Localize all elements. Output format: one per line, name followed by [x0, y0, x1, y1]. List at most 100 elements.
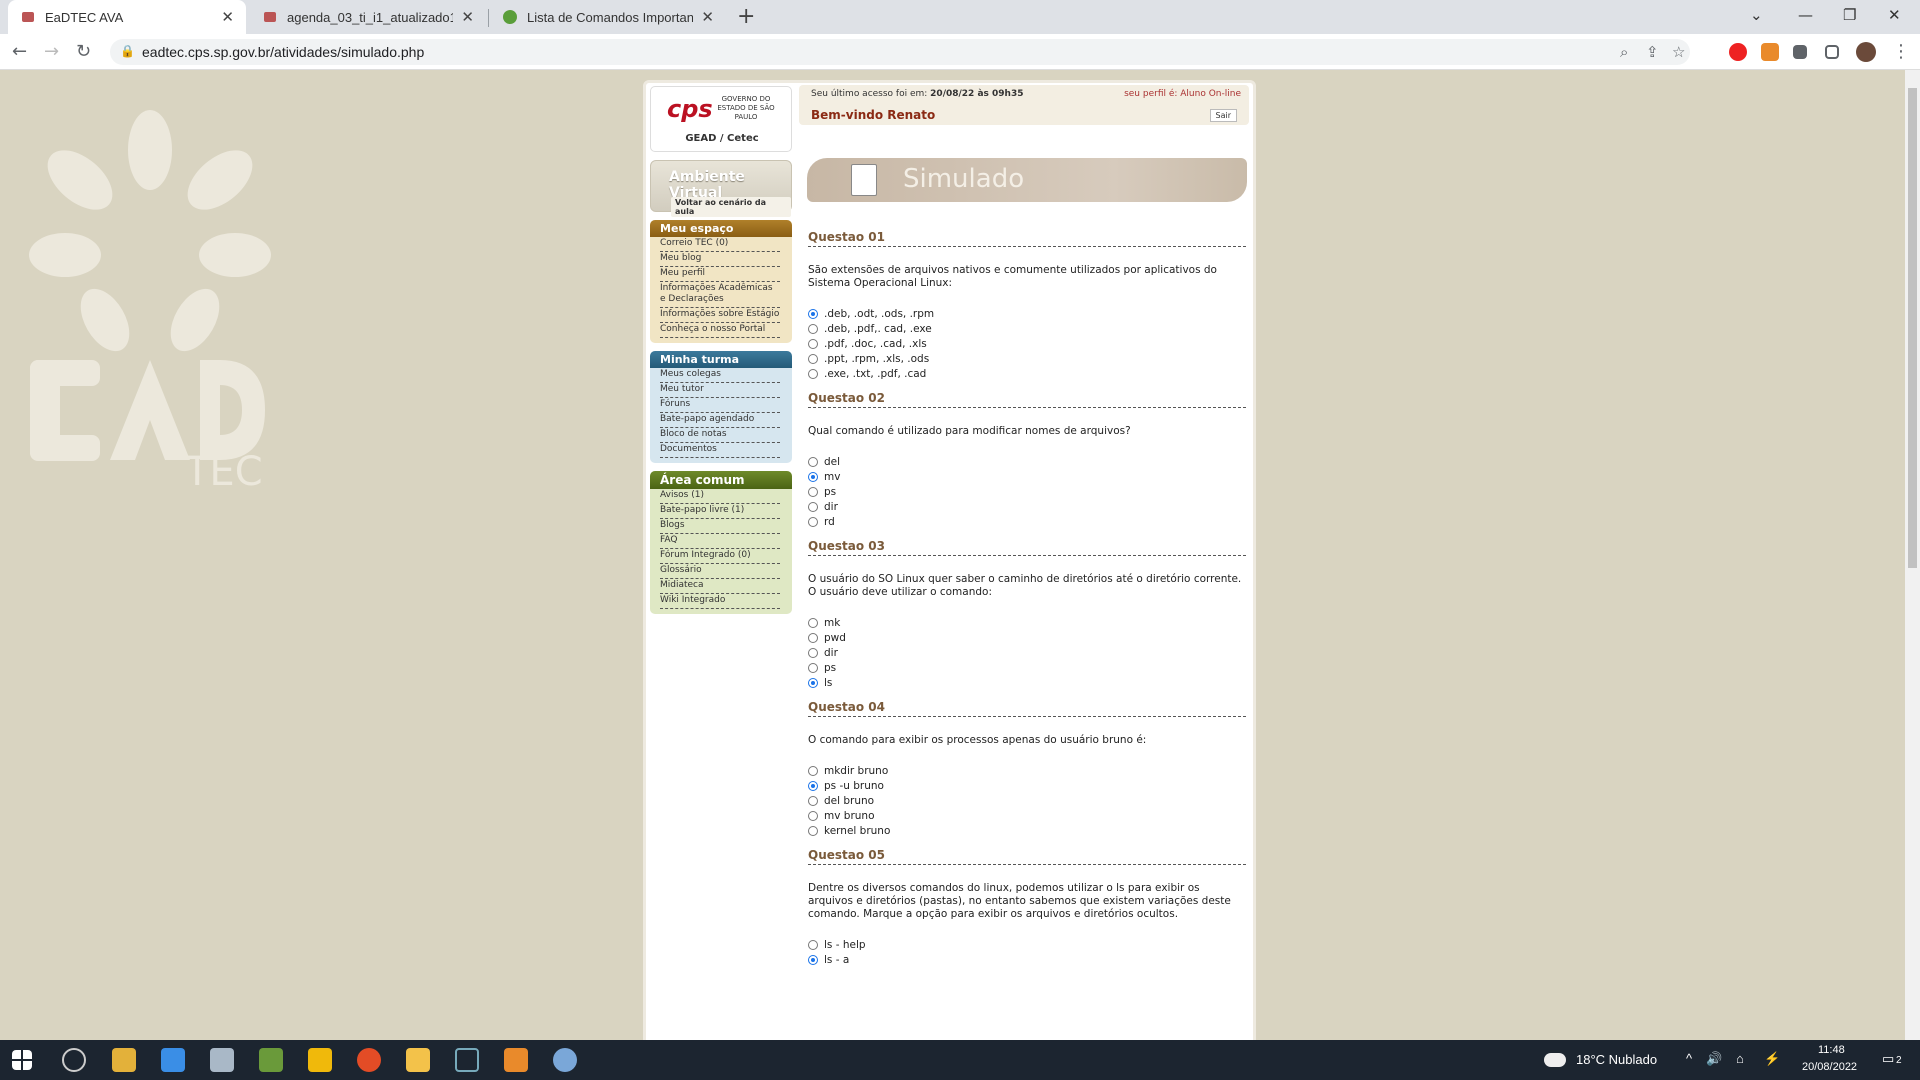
menu-item[interactable]: Glossário	[660, 564, 780, 579]
answer-option[interactable]: ls - help	[808, 937, 1246, 952]
reload-icon[interactable]: ↻	[76, 41, 91, 62]
radio-button[interactable]	[808, 780, 818, 791]
clock-time[interactable]: 11:48	[1818, 1044, 1845, 1056]
answer-option[interactable]: rd	[808, 514, 1246, 529]
binance-icon[interactable]	[308, 1048, 332, 1072]
menu-icon[interactable]: ⋮	[1892, 41, 1910, 62]
answer-option[interactable]: dir	[808, 645, 1246, 660]
app-icon[interactable]	[455, 1048, 479, 1072]
radio-button[interactable]	[808, 647, 818, 658]
radio-button[interactable]	[808, 516, 818, 527]
answer-option[interactable]: del	[808, 454, 1246, 469]
radio-button[interactable]	[808, 368, 818, 379]
app-icon[interactable]	[553, 1048, 577, 1072]
app-icon[interactable]	[259, 1048, 283, 1072]
menu-item[interactable]: Documentos	[660, 443, 780, 458]
answer-option[interactable]: mv bruno	[808, 808, 1246, 823]
opera-icon[interactable]	[1729, 43, 1747, 61]
answer-option[interactable]: .deb, .pdf,. cad, .exe	[808, 321, 1246, 336]
menu-item[interactable]: Meu perfil	[660, 267, 780, 282]
answer-option[interactable]: .deb, .odt, .ods, .rpm	[808, 306, 1246, 321]
answer-option[interactable]: ps	[808, 484, 1246, 499]
menu-item[interactable]: Correio TEC (0)	[660, 237, 780, 252]
radio-button[interactable]	[808, 632, 818, 643]
app-icon[interactable]	[161, 1048, 185, 1072]
flash-icon[interactable]: ⚡	[1764, 1051, 1780, 1067]
network-icon[interactable]: ⌂	[1736, 1051, 1744, 1066]
close-tab-icon[interactable]: ✕	[461, 8, 474, 26]
radio-button[interactable]	[808, 662, 818, 673]
radio-button[interactable]	[808, 486, 818, 497]
menu-item[interactable]: Meu tutor	[660, 383, 780, 398]
tab-comandos[interactable]: Lista de Comandos Importantes ✕	[490, 0, 726, 34]
forward-icon[interactable]: →	[44, 41, 59, 62]
menu-item[interactable]: Bloco de notas	[660, 428, 780, 443]
avatar[interactable]	[1856, 42, 1876, 62]
answer-option[interactable]: ls - a	[808, 952, 1246, 967]
file-explorer-icon[interactable]	[406, 1048, 430, 1072]
menu-item[interactable]: Fórum Integrado (0)	[660, 549, 780, 564]
menu-item[interactable]: Informações sobre Estágio	[660, 308, 780, 323]
chrome-icon[interactable]	[357, 1048, 381, 1072]
back-to-class-button[interactable]: Voltar ao cenário da aula	[671, 197, 791, 217]
answer-option[interactable]: mk	[808, 615, 1246, 630]
menu-item[interactable]: FAQ	[660, 534, 780, 549]
menu-item[interactable]: Informações Acadêmicas e Declarações	[660, 282, 780, 308]
tab-search-icon[interactable]: ⌄	[1750, 6, 1763, 24]
answer-option[interactable]: ps	[808, 660, 1246, 675]
new-tab-icon[interactable]: +	[737, 4, 755, 29]
radio-button[interactable]	[808, 810, 818, 821]
answer-option[interactable]: ls	[808, 675, 1246, 690]
menu-item[interactable]: Fóruns	[660, 398, 780, 413]
restore-icon[interactable]: ❐	[1843, 6, 1856, 24]
logout-button[interactable]: Sair	[1209, 109, 1237, 122]
radio-button[interactable]	[808, 456, 818, 467]
radio-button[interactable]	[808, 338, 818, 349]
menu-item[interactable]: Avisos (1)	[660, 489, 780, 504]
radio-button[interactable]	[808, 825, 818, 836]
radio-button[interactable]	[808, 323, 818, 334]
radio-button[interactable]	[808, 677, 818, 688]
menu-item[interactable]: Conheça o nosso Portal	[660, 323, 780, 338]
menu-item[interactable]: Meu blog	[660, 252, 780, 267]
windows-start-icon[interactable]	[12, 1050, 32, 1070]
answer-option[interactable]: mkdir bruno	[808, 763, 1246, 778]
answer-option[interactable]: .pdf, .doc, .cad, .xls	[808, 336, 1246, 351]
menu-item[interactable]: Meus colegas	[660, 368, 780, 383]
app-icon[interactable]	[112, 1048, 136, 1072]
answer-option[interactable]: pwd	[808, 630, 1246, 645]
menu-item[interactable]: Blogs	[660, 519, 780, 534]
radio-button[interactable]	[808, 353, 818, 364]
app-icon[interactable]	[210, 1048, 234, 1072]
tray-chevron-icon[interactable]: ^	[1686, 1051, 1692, 1066]
app-icon[interactable]	[504, 1048, 528, 1072]
radio-button[interactable]	[808, 501, 818, 512]
menu-item[interactable]: Bate-papo agendado	[660, 413, 780, 428]
answer-option[interactable]: del bruno	[808, 793, 1246, 808]
radio-button[interactable]	[808, 939, 818, 950]
menu-item[interactable]: Midiateca	[660, 579, 780, 594]
scroll-thumb[interactable]	[1908, 88, 1917, 568]
close-tab-icon[interactable]: ✕	[701, 8, 714, 26]
close-tab-icon[interactable]: ✕	[221, 8, 234, 26]
menu-item[interactable]: Wiki Integrado	[660, 594, 780, 609]
answer-option[interactable]: mv	[808, 469, 1246, 484]
radio-button[interactable]	[808, 795, 818, 806]
scrollbar[interactable]	[1905, 70, 1920, 1040]
volume-icon[interactable]: 🔊	[1706, 1051, 1722, 1067]
answer-option[interactable]: dir	[808, 499, 1246, 514]
share-icon[interactable]: ⇪	[1646, 43, 1659, 61]
minimize-icon[interactable]: —	[1798, 6, 1813, 24]
radio-button[interactable]	[808, 617, 818, 628]
metamask-icon[interactable]	[1761, 43, 1779, 61]
clock-date[interactable]: 20/08/2022	[1802, 1061, 1857, 1073]
zoom-icon[interactable]: ⌕	[1620, 43, 1628, 61]
radio-button[interactable]	[808, 954, 818, 965]
answer-option[interactable]: .exe, .txt, .pdf, .cad	[808, 366, 1246, 381]
radio-button[interactable]	[808, 471, 818, 482]
bookmark-star-icon[interactable]: ☆	[1672, 43, 1685, 61]
address-bar[interactable]: 🔒 eadtec.cps.sp.gov.br/atividades/simula…	[110, 39, 1690, 65]
tab-pdf[interactable]: agenda_03_ti_i1_atualizado1.pdf ✕	[250, 0, 486, 34]
extensions-icon[interactable]	[1793, 45, 1807, 59]
menu-item[interactable]: Bate-papo livre (1)	[660, 504, 780, 519]
